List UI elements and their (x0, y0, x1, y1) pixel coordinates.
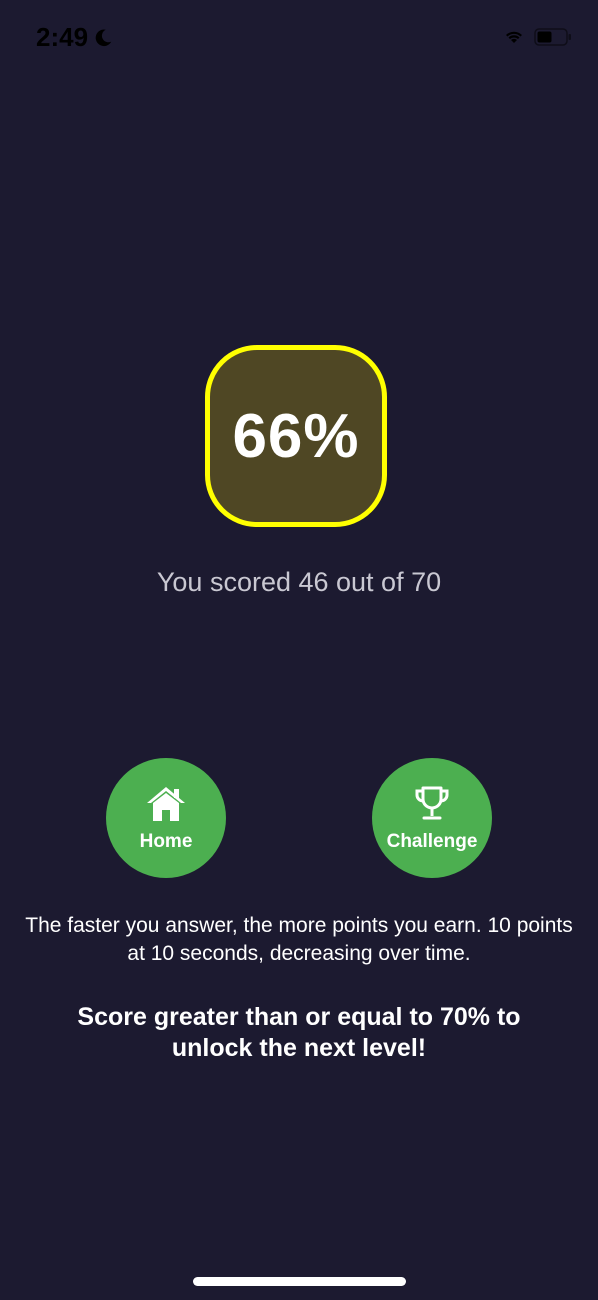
score-percent: 66% (232, 401, 360, 471)
battery-icon (534, 28, 571, 46)
home-icon (147, 787, 185, 821)
home-button[interactable]: Home (106, 758, 226, 878)
unlock-requirement-text: Score greater than or equal to 70% to un… (77, 1003, 521, 1062)
wifi-icon (506, 31, 522, 43)
challenge-button-label: Challenge (386, 831, 478, 852)
home-indicator[interactable] (193, 1277, 406, 1286)
scoring-info-text: The faster you answer, the more points y… (25, 914, 573, 965)
status-time: 2:49 (36, 22, 114, 53)
status-indicators (504, 28, 572, 46)
home-button-label: Home (139, 831, 193, 852)
status-bar: 2:49 (0, 0, 598, 80)
moon-icon (95, 29, 112, 46)
challenge-button[interactable]: Challenge (372, 758, 492, 878)
trophy-icon (415, 786, 449, 820)
score-badge: 66% (205, 345, 387, 527)
results-screen: 2:49 66% You scored 46 out of 70 Home Ch… (0, 0, 598, 1300)
clock-time: 2:49 (36, 22, 89, 52)
score-summary: You scored 46 out of 70 (156, 567, 442, 597)
